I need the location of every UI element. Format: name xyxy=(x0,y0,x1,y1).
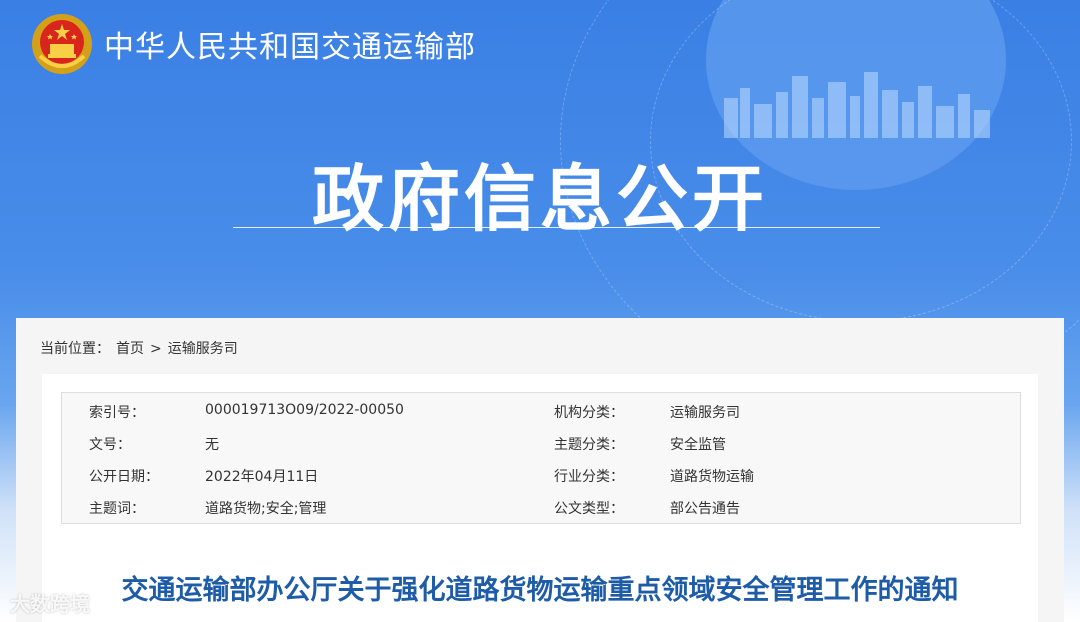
meta-label-agency: 机构分类： xyxy=(554,405,624,421)
metadata-table: 索引号： 000019713O09/2022-00050 机构分类： 运输服务司… xyxy=(61,392,1021,524)
meta-value-doctype: 部公告通告 xyxy=(670,501,740,517)
section-title: 政府信息公开 xyxy=(311,157,768,241)
meta-label-industry: 行业分类： xyxy=(554,469,624,485)
meta-label-index: 索引号： xyxy=(89,405,145,421)
breadcrumb-current-link[interactable]: 运输服务司 xyxy=(168,341,238,357)
meta-label-keywords: 主题词： xyxy=(89,501,145,517)
meta-value-docno: 无 xyxy=(205,437,219,453)
document-title: 交通运输部办公厅关于强化道路货物运输重点领域安全管理工作的通知 xyxy=(121,575,959,606)
meta-value-index: 000019713O09/2022-00050 xyxy=(205,402,404,418)
breadcrumb-prefix: 当前位置： xyxy=(40,341,110,357)
breadcrumb-separator: > xyxy=(150,341,162,357)
title-underline xyxy=(233,227,880,228)
city-skyline-decoration xyxy=(724,72,990,138)
breadcrumb: 当前位置： 首页 > 运输服务司 xyxy=(40,338,244,358)
ministry-name[interactable]: 中华人民共和国交通运输部 xyxy=(104,22,476,66)
meta-label-date: 公开日期： xyxy=(89,469,159,485)
breadcrumb-home-link[interactable]: 首页 xyxy=(116,341,144,357)
meta-value-topic: 安全监管 xyxy=(670,437,726,453)
meta-value-date: 2022年04月11日 xyxy=(205,469,319,485)
meta-label-docno: 文号： xyxy=(89,437,131,453)
watermark-text: 大数跨境 xyxy=(10,592,90,616)
national-emblem-icon xyxy=(32,14,92,74)
meta-value-industry: 道路货物运输 xyxy=(670,469,754,485)
meta-value-keywords: 道路货物;安全;管理 xyxy=(205,501,327,517)
watermark: 大数跨境 xyxy=(10,588,90,617)
meta-label-doctype: 公文类型： xyxy=(554,501,624,517)
meta-value-agency: 运输服务司 xyxy=(670,405,740,421)
meta-label-topic: 主题分类： xyxy=(554,437,624,453)
